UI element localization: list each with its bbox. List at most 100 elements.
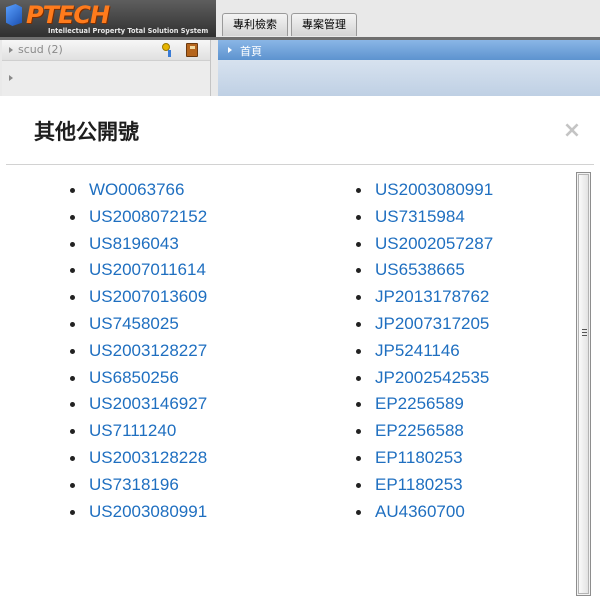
list-item: US2007013609	[70, 284, 207, 311]
list-item: EP1180253	[356, 445, 493, 472]
bullet-icon	[70, 375, 75, 381]
list-item: US2003128228	[70, 445, 207, 472]
list-item: JP5241146	[356, 338, 493, 365]
expand-triangle-icon[interactable]	[9, 47, 13, 53]
list-item: US6538665	[356, 257, 493, 284]
key-icon[interactable]	[162, 43, 176, 57]
left-panel: scud (2)	[2, 40, 211, 96]
publication-number-link[interactable]: EP2256589	[375, 394, 464, 413]
publication-number-link[interactable]: US2007013609	[89, 287, 207, 306]
scroll-grip-icon	[582, 329, 587, 330]
publication-number-link[interactable]: WO0063766	[89, 180, 184, 199]
right-panel-header[interactable]: 首頁	[218, 40, 600, 60]
bullet-icon	[70, 455, 75, 461]
publication-number-link[interactable]: JP2013178762	[375, 287, 489, 306]
publication-number-link[interactable]: US7111240	[89, 421, 176, 440]
bullet-icon	[356, 348, 361, 354]
bullet-icon	[356, 321, 361, 327]
list-item: US2003128227	[70, 338, 207, 365]
publication-number-link[interactable]: US7318196	[89, 475, 179, 494]
bullet-icon	[356, 455, 361, 461]
publication-number-link[interactable]: US2002057287	[375, 234, 493, 253]
list-item: EP2256589	[356, 391, 493, 418]
publication-list-right: US2003080991 US7315984 US2002057287 US65386…	[356, 177, 493, 525]
list-item: US2007011614	[70, 257, 207, 284]
publication-number-link[interactable]: US2003128228	[89, 448, 207, 467]
list-item: US7111240	[70, 418, 207, 445]
publication-number-link[interactable]: AU4360700	[375, 502, 465, 521]
publication-number-link[interactable]: JP5241146	[375, 341, 460, 360]
app-header: PTECH Intellectual Property Total Soluti…	[0, 0, 600, 96]
bullet-icon	[356, 268, 361, 274]
bullet-icon	[356, 429, 361, 435]
publication-number-link[interactable]: EP1180253	[375, 475, 463, 494]
logo: PTECH Intellectual Property Total Soluti…	[0, 0, 216, 38]
publication-number-link[interactable]: EP2256588	[375, 421, 464, 440]
list-item: JP2013178762	[356, 284, 493, 311]
bullet-icon	[356, 402, 361, 408]
bullet-icon	[70, 241, 75, 247]
publication-number-link[interactable]: US2003080991	[375, 180, 493, 199]
bullet-icon	[70, 402, 75, 408]
bullet-icon	[70, 188, 75, 193]
list-item: US2003080991	[356, 177, 493, 204]
list-item: US2003146927	[70, 391, 207, 418]
list-item: EP1180253	[356, 472, 493, 499]
list-item: AU4360700	[356, 499, 493, 526]
publication-number-link[interactable]: US2007011614	[89, 260, 206, 279]
bullet-icon	[356, 295, 361, 301]
home-tab-label[interactable]: 首頁	[240, 43, 262, 59]
publication-number-link[interactable]: US7458025	[89, 314, 179, 333]
left-panel-header[interactable]: scud (2)	[2, 40, 210, 61]
bullet-icon	[356, 482, 361, 488]
bullet-icon	[70, 295, 75, 301]
list-item: US7318196	[70, 472, 207, 499]
list-item: EP2256588	[356, 418, 493, 445]
bullet-icon	[70, 429, 75, 435]
bullet-icon	[70, 348, 75, 354]
dialog-title: 其他公開號	[34, 119, 139, 144]
list-item: US7458025	[70, 311, 207, 338]
publication-number-link[interactable]: US7315984	[375, 207, 465, 226]
bullet-icon	[356, 214, 361, 220]
tab-patent-search[interactable]: 專利檢索	[222, 13, 288, 36]
bullet-icon	[70, 509, 75, 515]
list-item: US2002057287	[356, 231, 493, 258]
scroll-thumb[interactable]	[578, 174, 589, 594]
publication-number-link[interactable]: US2003146927	[89, 394, 207, 413]
right-panel-body	[218, 60, 600, 96]
logo-mark-icon	[6, 4, 22, 26]
list-item: US2003080991	[70, 499, 207, 526]
list-item: JP2007317205	[356, 311, 493, 338]
bullet-icon	[70, 214, 75, 220]
list-item: JP2002542535	[356, 365, 493, 392]
bullet-icon	[356, 509, 361, 515]
list-item: WO0063766	[70, 177, 207, 204]
bullet-icon	[356, 375, 361, 381]
dialog-body: WO0063766 US2008072152 US8196043 US20070116…	[0, 165, 576, 600]
publication-number-link[interactable]: US6850256	[89, 368, 179, 387]
bullet-icon	[70, 321, 75, 327]
list-item: US7315984	[356, 204, 493, 231]
publication-number-link[interactable]: US6538665	[375, 260, 465, 279]
publication-number-link[interactable]: US2008072152	[89, 207, 207, 226]
publication-number-link[interactable]: US2003080991	[89, 502, 207, 521]
right-panel: 首頁	[218, 40, 600, 96]
publication-number-link[interactable]: US2003128227	[89, 341, 207, 360]
close-icon[interactable]: ×	[562, 120, 582, 142]
top-tabs: 專利檢索 專案管理	[222, 13, 357, 36]
publication-number-link[interactable]: JP2007317205	[375, 314, 489, 333]
publication-number-link[interactable]: JP2002542535	[375, 368, 489, 387]
list-item: US8196043	[70, 231, 207, 258]
publication-list-left: WO0063766 US2008072152 US8196043 US20070116…	[70, 177, 207, 525]
list-item: US2008072152	[70, 204, 207, 231]
dialog-scrollbar[interactable]	[576, 172, 591, 596]
logo-text: PTECH	[26, 1, 110, 29]
publication-number-link[interactable]: EP1180253	[375, 448, 463, 467]
book-icon[interactable]	[186, 43, 198, 57]
other-publication-numbers-dialog: 其他公開號 × WO0063766 US2008072152 US8196043 US…	[0, 96, 600, 600]
publication-number-link[interactable]: US8196043	[89, 234, 179, 253]
expand-triangle-icon[interactable]	[228, 47, 232, 53]
tab-project-management[interactable]: 專案管理	[291, 13, 357, 36]
expand-triangle-icon[interactable]	[9, 75, 13, 81]
